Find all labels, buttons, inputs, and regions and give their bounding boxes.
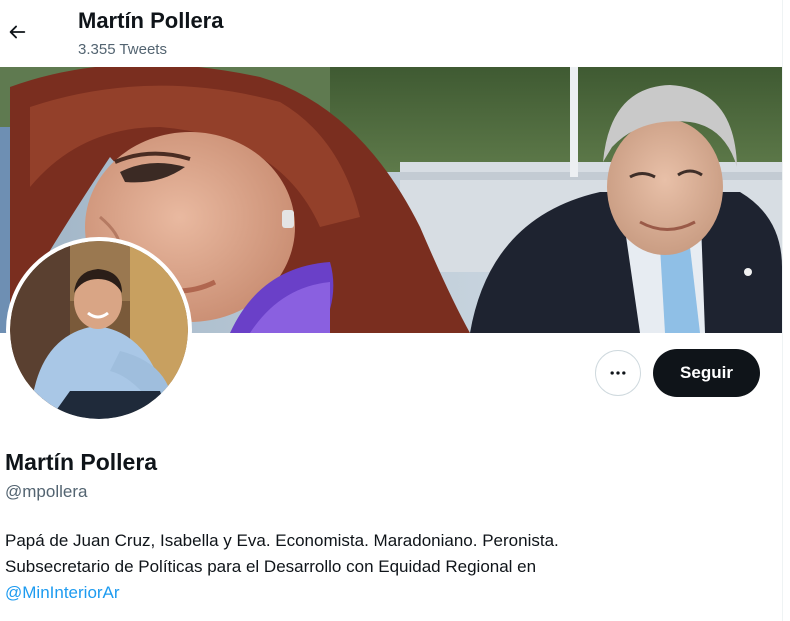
column-divider bbox=[782, 0, 783, 621]
profile-avatar[interactable] bbox=[6, 237, 192, 423]
header-title: Martín Pollera bbox=[78, 8, 224, 33]
bio-line: Papá de Juan Cruz, Isabella y Eva. Econo… bbox=[5, 531, 559, 550]
more-options-button[interactable] bbox=[595, 350, 641, 396]
profile-page: Martín Pollera 3.355 Tweets Seguir Martí… bbox=[0, 0, 790, 621]
mention-link[interactable]: @MinInteriorAr bbox=[5, 583, 120, 602]
more-horizontal-icon bbox=[610, 371, 626, 375]
bio-line: Subsecretario de Políticas para el Desar… bbox=[5, 557, 537, 576]
profile-name: Martín Pollera bbox=[5, 449, 158, 475]
profile-header: Martín Pollera 3.355 Tweets bbox=[0, 0, 782, 67]
profile-handle: @mpollera bbox=[5, 482, 88, 501]
follow-button[interactable]: Seguir bbox=[653, 349, 760, 397]
profile-bio: Papá de Juan Cruz, Isabella y Eva. Econo… bbox=[5, 528, 775, 606]
arrow-left-icon bbox=[9, 25, 26, 39]
back-button[interactable] bbox=[2, 14, 32, 50]
avatar-photo bbox=[10, 241, 188, 419]
bio-mention-line: @MinInteriorAr bbox=[5, 580, 775, 606]
tweet-count: 3.355 Tweets bbox=[78, 41, 167, 58]
